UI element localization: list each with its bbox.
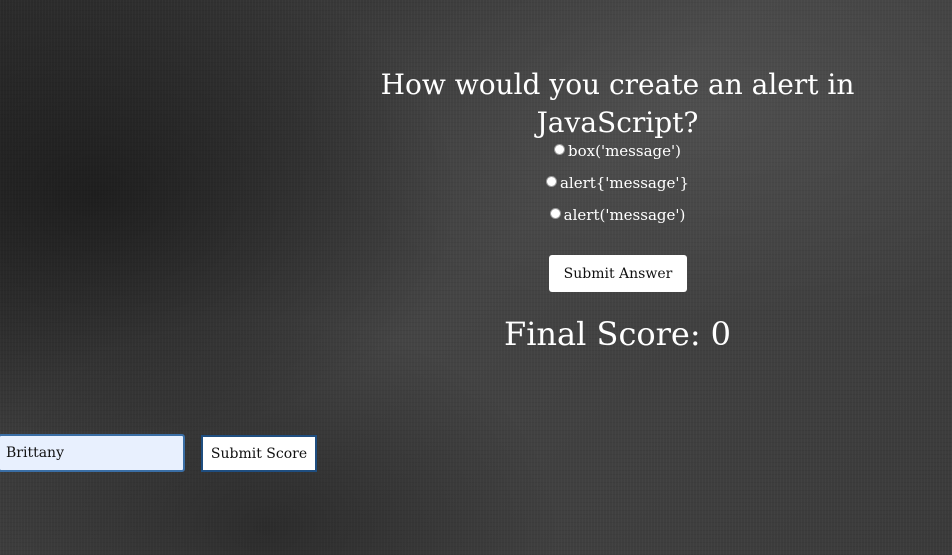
radio-button[interactable] <box>549 207 561 219</box>
answer-choice-label[interactable]: box('message') <box>568 142 681 160</box>
final-score-label: Final Score: <box>503 315 701 353</box>
final-score: Final Score: 0 <box>420 312 815 356</box>
answer-choice-label[interactable]: alert{'message'} <box>560 174 689 192</box>
answer-choices: box('message') alert{'message'} alert('m… <box>300 135 935 231</box>
answer-choice[interactable]: alert('message') <box>300 199 935 231</box>
answer-choice[interactable]: box('message') <box>300 135 935 167</box>
submit-answer-button[interactable]: Submit Answer <box>549 255 687 292</box>
submit-score-button[interactable]: Submit Score <box>201 435 317 472</box>
answer-choice[interactable]: alert{'message'} <box>300 167 935 199</box>
question-title: How would you create an alert in JavaScr… <box>380 68 855 139</box>
answer-choice-label[interactable]: alert('message') <box>564 206 686 224</box>
final-score-value: 0 <box>710 315 731 353</box>
name-input[interactable] <box>0 434 185 472</box>
radio-button[interactable] <box>545 175 557 187</box>
radio-button[interactable] <box>554 143 566 155</box>
